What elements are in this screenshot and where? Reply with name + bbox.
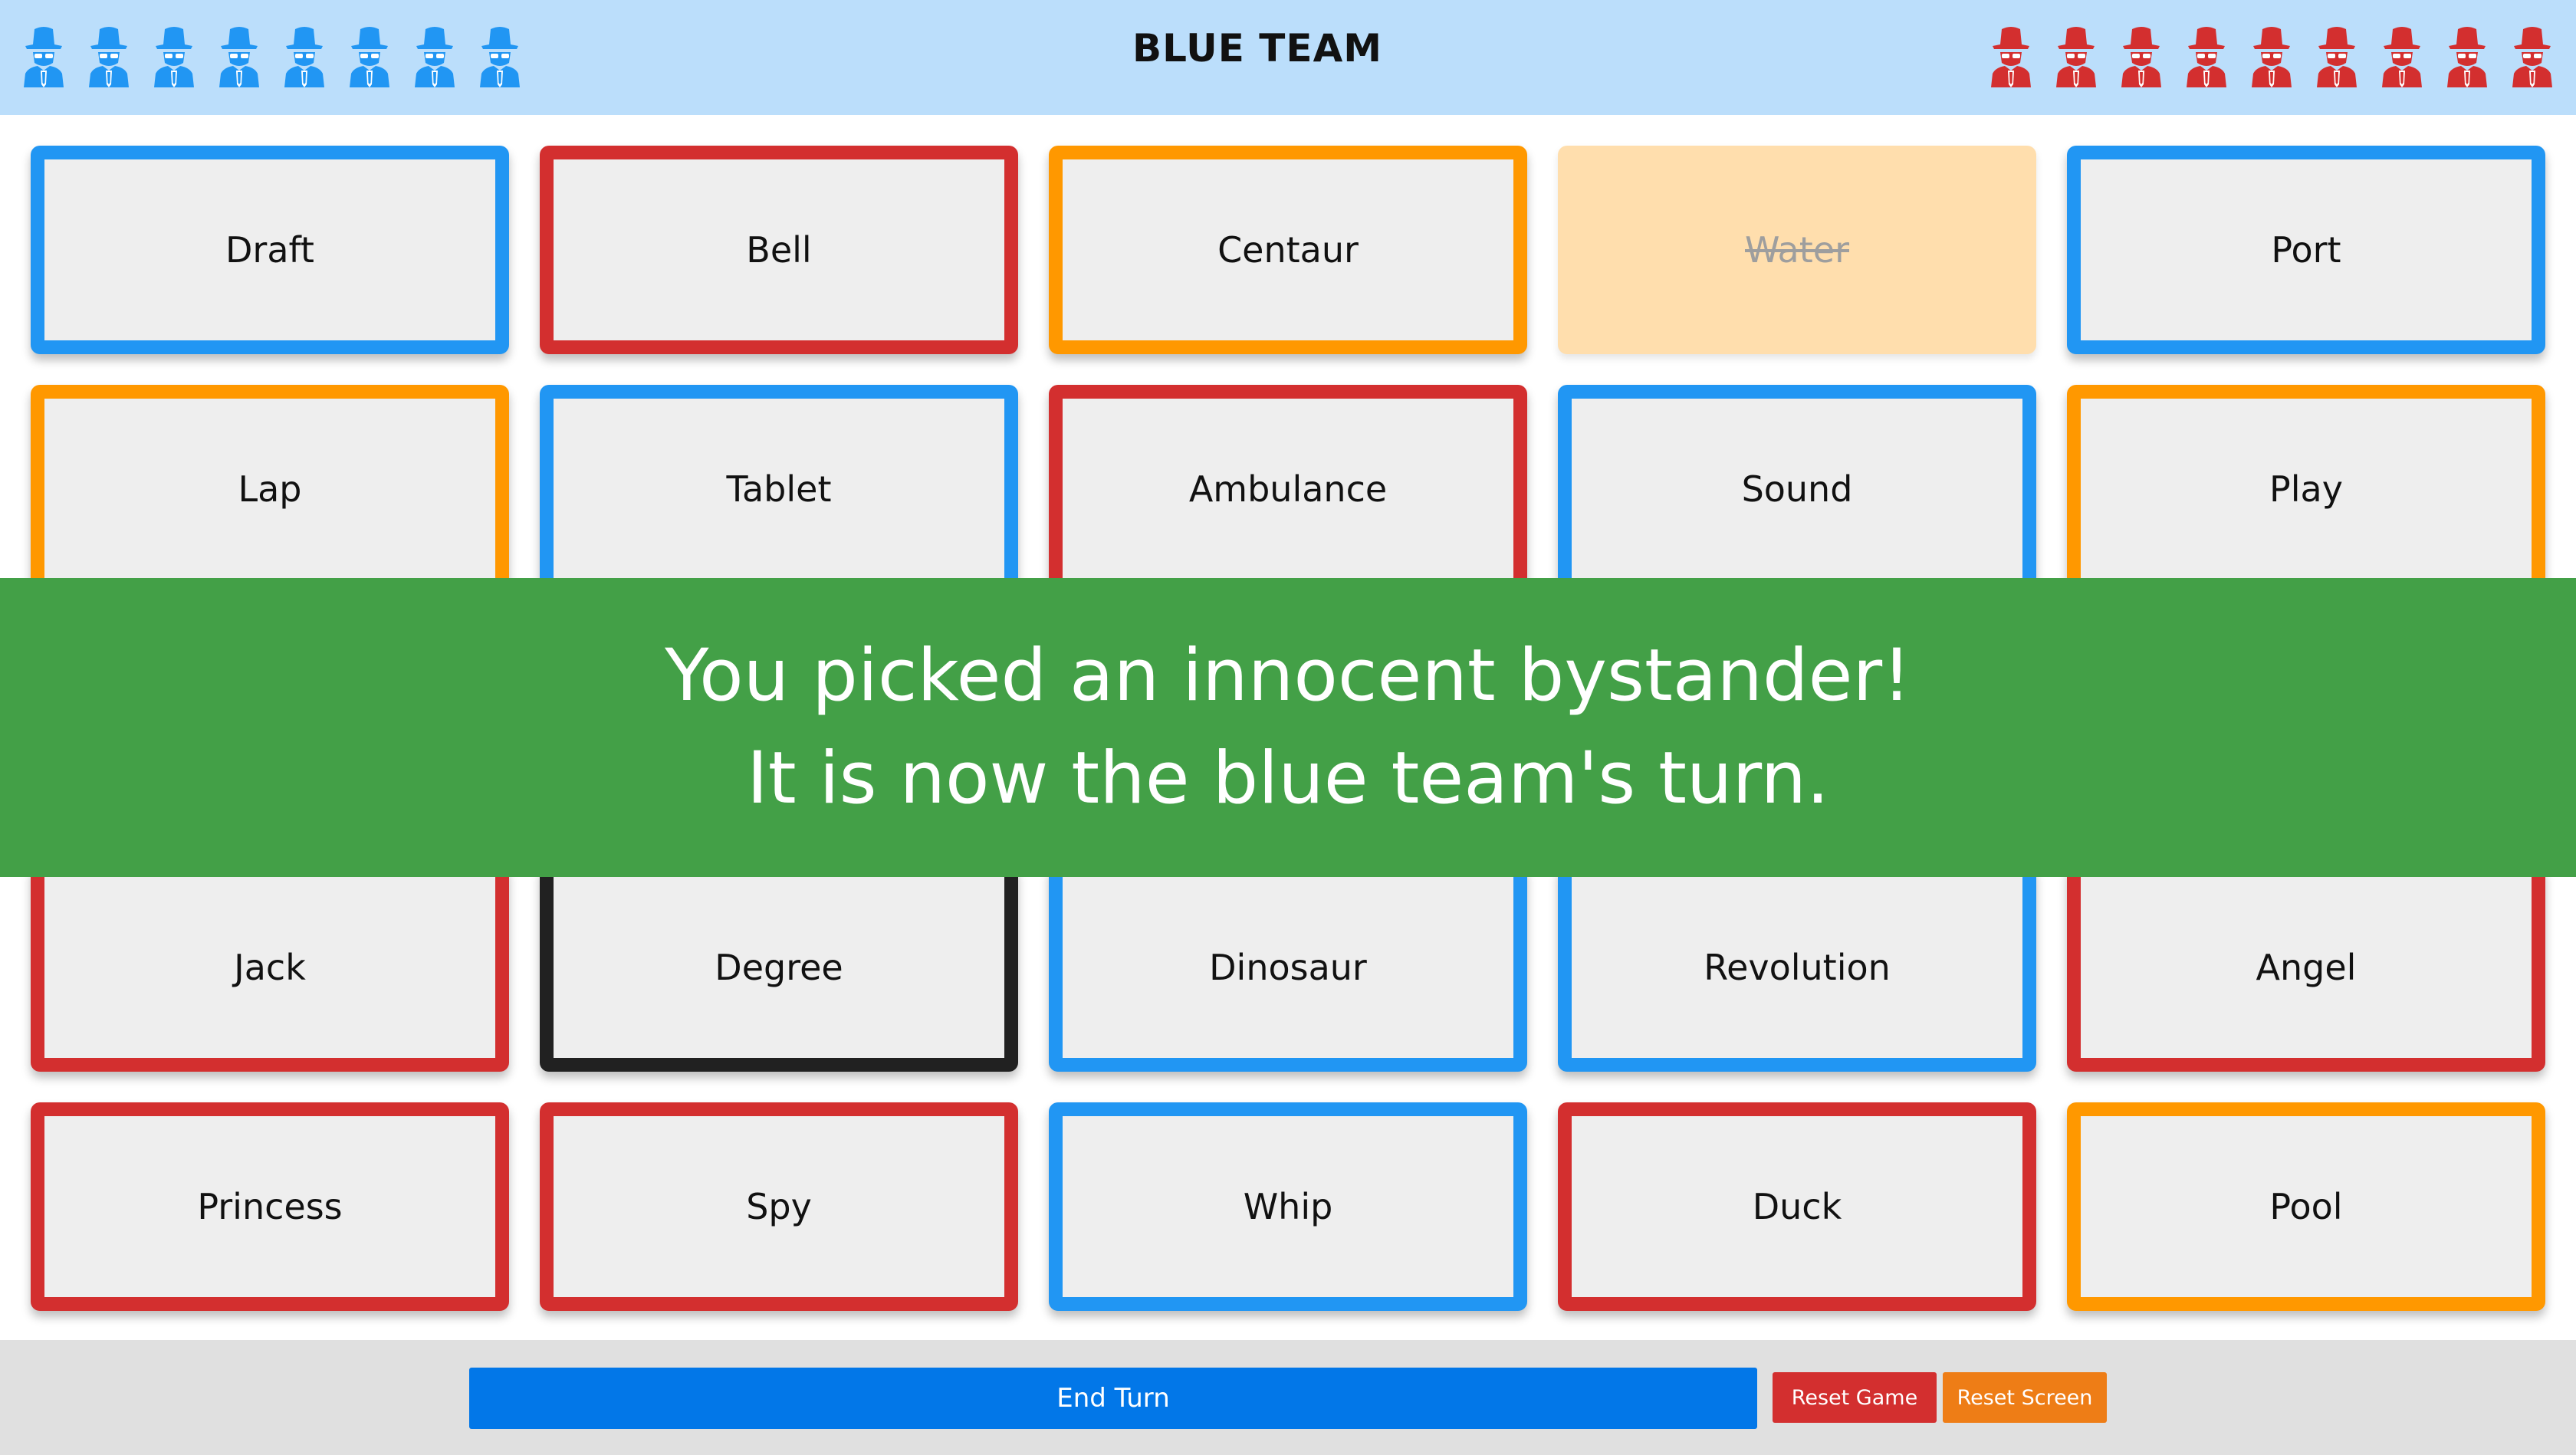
word-card[interactable]: Tablet: [540, 385, 1018, 593]
word-card[interactable]: Port: [2067, 146, 2545, 354]
red-spy-agent-icon: [2052, 23, 2101, 87]
red-spy-agent-icon: [1986, 23, 2036, 87]
banner-turn-notice: It is now the blue team's turn.: [747, 737, 1829, 820]
red-spy-agent-icon: [2312, 23, 2361, 87]
word-card[interactable]: Angel: [2067, 863, 2545, 1072]
red-agents-remaining: [1986, 23, 2557, 87]
end-turn-button[interactable]: End Turn: [469, 1368, 1757, 1429]
word-card[interactable]: Duck: [1558, 1102, 2036, 1311]
word-card[interactable]: Ambulance: [1049, 385, 1527, 593]
word-card[interactable]: Jack: [31, 863, 509, 1072]
word-card[interactable]: Whip: [1049, 1102, 1527, 1311]
banner-message: You picked an innocent bystander!: [665, 634, 1911, 718]
word-card[interactable]: Play: [2067, 385, 2545, 593]
word-card[interactable]: Bell: [540, 146, 1018, 354]
word-card[interactable]: Princess: [31, 1102, 509, 1311]
red-spy-agent-icon: [2247, 23, 2296, 87]
word-card[interactable]: Degree: [540, 863, 1018, 1072]
reset-game-button[interactable]: Reset Game: [1773, 1372, 1937, 1423]
red-spy-agent-icon: [2117, 23, 2166, 87]
word-card[interactable]: Draft: [31, 146, 509, 354]
red-spy-agent-icon: [2508, 23, 2557, 87]
word-card[interactable]: Sound: [1558, 385, 2036, 593]
control-bar: End Turn Reset Game Reset Screen: [0, 1340, 2576, 1455]
word-card[interactable]: Spy: [540, 1102, 1018, 1311]
red-spy-agent-icon: [2182, 23, 2231, 87]
team-header: BLUE TEAM: [0, 0, 2576, 115]
word-card[interactable]: Centaur: [1049, 146, 1527, 354]
word-card[interactable]: Lap: [31, 385, 509, 593]
red-spy-agent-icon: [2443, 23, 2492, 87]
word-card[interactable]: Revolution: [1558, 863, 2036, 1072]
red-spy-agent-icon: [2377, 23, 2426, 87]
word-card[interactable]: Water: [1558, 146, 2036, 354]
reset-screen-button[interactable]: Reset Screen: [1943, 1372, 2107, 1423]
word-card[interactable]: Pool: [2067, 1102, 2545, 1311]
turn-result-banner: You picked an innocent bystander! It is …: [0, 578, 2576, 877]
word-card[interactable]: Dinosaur: [1049, 863, 1527, 1072]
